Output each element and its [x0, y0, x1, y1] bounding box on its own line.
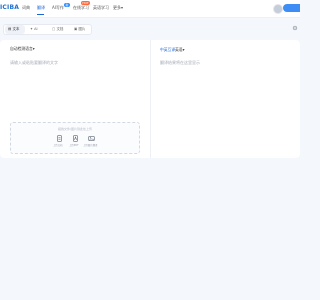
- chevron-down-icon: ▾: [182, 47, 185, 52]
- tab-ai[interactable]: ✦ AI: [27, 25, 45, 34]
- pdf-upload-icon[interactable]: [72, 135, 79, 142]
- ai-icon: ✦: [30, 27, 33, 31]
- translate-mode-tabs: ▤ 文本 ✦ AI ▢ 文档 ▣ 图片: [3, 24, 92, 35]
- active-nav-indicator: [37, 14, 44, 15]
- nav-item-more[interactable]: 更多▾: [113, 5, 123, 11]
- nav-item-translate[interactable]: 翻译: [37, 5, 45, 11]
- nav-item-dictionary[interactable]: 词典: [22, 5, 30, 11]
- target-language-select[interactable]: 英语▾: [175, 47, 185, 53]
- image-upload-icon[interactable]: [88, 135, 95, 142]
- document-icon: ▢: [52, 27, 56, 31]
- text-icon: ▤: [8, 27, 12, 31]
- upload-hint: 拖拽文件/图片到此处上传: [57, 127, 92, 131]
- image-icon: ▣: [74, 27, 78, 31]
- doc-upload-icon[interactable]: [56, 135, 63, 142]
- hot-badge: HOT: [81, 1, 90, 5]
- file-upload-dropzone[interactable]: 拖拽文件/图片到此处上传 上传文档 上传PDF 上传图片翻译: [10, 122, 140, 154]
- target-mode-select[interactable]: 中英互译: [160, 47, 175, 53]
- nav-item-english-learning[interactable]: 英语学习: [93, 5, 109, 11]
- translation-output: 翻译结果将在这里显示: [160, 60, 200, 65]
- logo[interactable]: ICIBA: [0, 4, 19, 11]
- tab-image[interactable]: ▣ 图片: [71, 25, 90, 34]
- source-text-input[interactable]: 请输入或粘贴要翻译的文字: [10, 60, 58, 66]
- panel-divider: [150, 40, 151, 158]
- user-avatar[interactable]: [273, 4, 283, 14]
- nav-item-ai-writing[interactable]: AI写作: [52, 5, 64, 11]
- tab-document[interactable]: ▢ 文档: [49, 25, 69, 34]
- chevron-down-icon: ▾: [32, 46, 35, 51]
- upload-document-label: 上传文档: [53, 144, 63, 147]
- upload-pdf-label: 上传PDF: [69, 144, 79, 147]
- page-background: [0, 158, 300, 300]
- tab-text[interactable]: ▤ 文本: [5, 25, 25, 34]
- new-badge: 新: [64, 3, 70, 7]
- top-navigation-bar: ICIBA 词典 翻译 AI写作 新 在线学习 HOT 英语学习 更多▾: [0, 0, 300, 18]
- upload-image-label: 上传图片翻译: [83, 144, 98, 147]
- source-language-select[interactable]: 自动检测语言▾: [10, 46, 35, 52]
- nav-item-online-learning[interactable]: 在线学习: [73, 5, 89, 11]
- login-button[interactable]: [283, 4, 300, 12]
- gear-icon[interactable]: [292, 25, 298, 31]
